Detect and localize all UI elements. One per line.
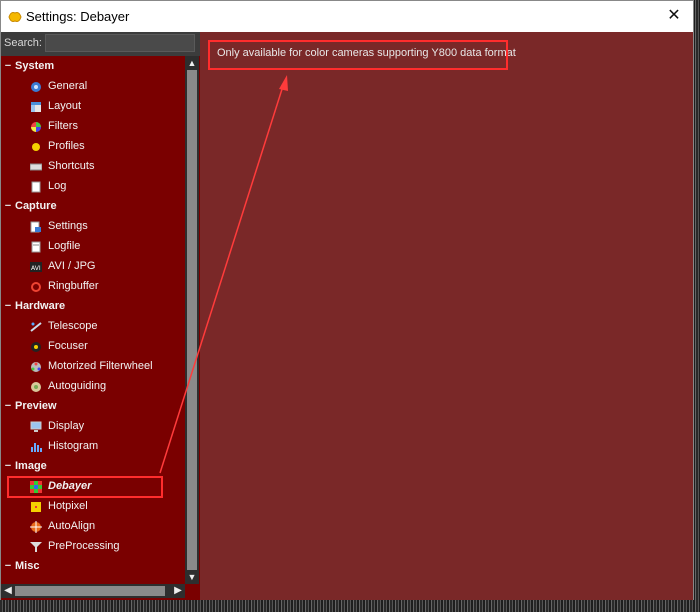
annotation-arrow [159,75,288,474]
